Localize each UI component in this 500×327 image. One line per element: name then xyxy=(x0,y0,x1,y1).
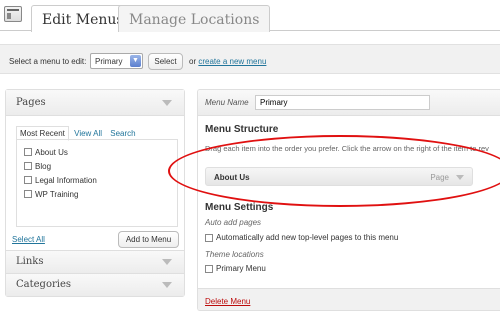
categories-box-title: Categories xyxy=(16,279,71,290)
menu-settings-title: Menu Settings xyxy=(205,202,274,213)
select-button[interactable]: Select xyxy=(148,53,183,70)
chevron-down-icon[interactable] xyxy=(162,282,172,288)
links-box-header[interactable]: Links xyxy=(6,250,184,273)
auto-add-option-label: Automatically add new top-level pages to… xyxy=(216,233,399,242)
menu-dropdown-value: Primary xyxy=(95,57,123,66)
checkbox[interactable] xyxy=(24,162,32,170)
auto-add-option[interactable]: Automatically add new top-level pages to… xyxy=(205,233,398,242)
menu-editor-panel: Menu Name Menu Structure Drag each item … xyxy=(197,89,500,311)
delete-menu-link[interactable]: Delete Menu xyxy=(205,297,250,306)
create-new-menu-link[interactable]: create a new menu xyxy=(198,57,266,66)
checkbox[interactable] xyxy=(24,148,32,156)
checkbox[interactable] xyxy=(24,176,32,184)
menu-structure-hint: Drag each item into the order you prefer… xyxy=(205,144,489,153)
checkbox[interactable] xyxy=(205,233,213,242)
nav-tab-bar: Edit Menus Manage Locations xyxy=(0,0,500,32)
chevron-down-icon[interactable]: ▼ xyxy=(130,55,141,67)
checkbox[interactable] xyxy=(205,264,213,273)
menu-name-label: Menu Name xyxy=(205,98,249,107)
theme-locations-label: Theme locations xyxy=(205,250,264,259)
select-all-link[interactable]: Select All xyxy=(12,235,45,244)
list-item[interactable]: Blog xyxy=(24,159,170,173)
pages-box-title: Pages xyxy=(16,97,46,108)
create-menu-text: or create a new menu xyxy=(189,57,266,66)
chevron-down-icon[interactable] xyxy=(162,259,172,265)
list-item[interactable]: WP Training xyxy=(24,187,170,201)
menu-item-title: About Us xyxy=(214,173,250,182)
or-text: or xyxy=(189,57,197,66)
menu-editor-footer: Delete Menu xyxy=(198,288,500,310)
primary-menu-option-label: Primary Menu xyxy=(216,264,266,273)
menu-select-bar: Select a menu to edit: Primary ▼ Select … xyxy=(0,44,500,74)
auto-add-pages-label: Auto add pages xyxy=(205,218,262,227)
page-label: Legal Information xyxy=(35,175,97,185)
page-label: WP Training xyxy=(35,189,79,199)
checkbox[interactable] xyxy=(24,190,32,198)
menu-items-sidebar: Pages Most Recent View All Search About … xyxy=(5,89,185,297)
primary-menu-option[interactable]: Primary Menu xyxy=(205,264,266,273)
pages-box-header[interactable]: Pages xyxy=(6,90,184,116)
menu-name-input[interactable] xyxy=(255,95,430,110)
menu-structure-title: Menu Structure xyxy=(205,124,279,135)
menus-screen-icon xyxy=(4,6,22,22)
pages-checklist: About Us Blog Legal Information WP Train… xyxy=(16,139,178,227)
menu-item-type: Page xyxy=(430,173,449,182)
select-menu-label: Select a menu to edit: xyxy=(9,57,87,66)
page-label: Blog xyxy=(35,161,52,171)
pages-box-body: Most Recent View All Search About Us Blo… xyxy=(6,116,184,227)
menu-editor-header: Menu Name xyxy=(198,90,500,116)
links-box-title: Links xyxy=(16,256,44,267)
page-label: About Us xyxy=(35,147,68,157)
chevron-down-icon[interactable] xyxy=(456,175,464,180)
menu-item-bar[interactable]: About Us Page xyxy=(205,167,473,186)
chevron-down-icon[interactable] xyxy=(162,100,172,106)
tab-manage-locations[interactable]: Manage Locations xyxy=(118,5,271,32)
menu-dropdown[interactable]: Primary ▼ xyxy=(90,53,143,69)
list-item[interactable]: Legal Information xyxy=(24,173,170,187)
list-item[interactable]: About Us xyxy=(24,145,170,159)
add-to-menu-button[interactable]: Add to Menu xyxy=(118,231,179,248)
categories-box-header[interactable]: Categories xyxy=(6,273,184,296)
